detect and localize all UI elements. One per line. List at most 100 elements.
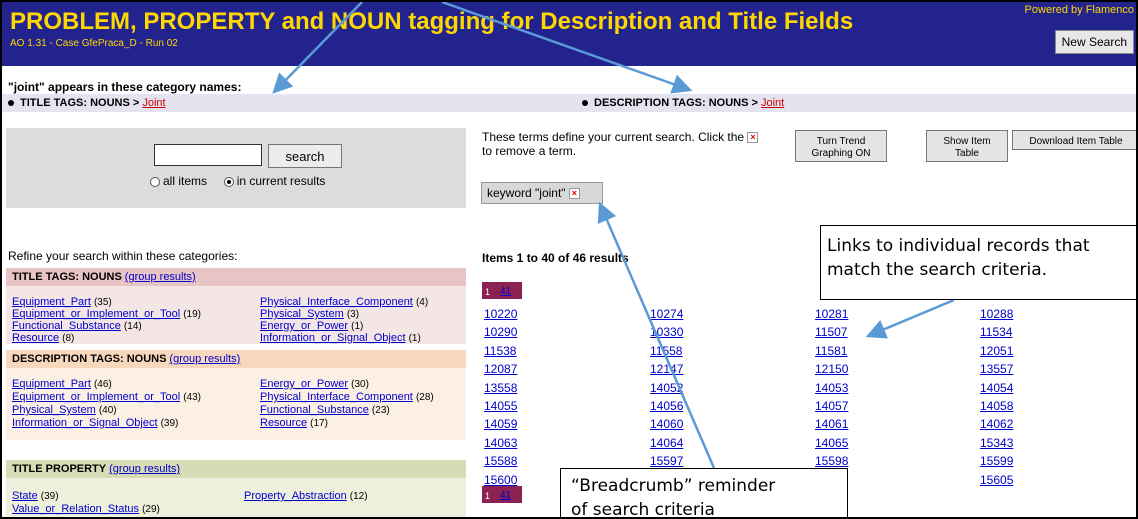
record-link[interactable]: 10274 [650,307,683,321]
group-results-link[interactable]: (group results) [169,353,240,365]
bullet-icon [582,100,588,107]
joint-link[interactable]: Joint [142,97,165,109]
record-link[interactable]: 14062 [980,417,1013,431]
download-item-table-button[interactable]: Download Item Table [1012,130,1136,150]
search-button[interactable]: search [268,144,342,168]
remove-keyword-icon[interactable]: × [568,188,580,200]
record-link[interactable]: 14061 [815,417,848,431]
group-results-link[interactable]: (group results) [125,271,196,283]
record-link[interactable]: 12150 [815,362,848,376]
record-link[interactable]: 14056 [650,399,683,413]
facet-item[interactable]: Resource (17) [260,417,328,429]
record-link[interactable]: 10290 [484,325,517,339]
category-match-description: DESCRIPTION TAGS: NOUNS > Joint [582,97,784,109]
group-body-title-property: State (39) Property_Abstraction (12) Val… [6,478,466,517]
results-count: Items 1 to 40 of 46 results [482,251,629,265]
record-link[interactable]: 14055 [484,399,517,413]
record-link[interactable]: 11534 [980,325,1012,339]
facet-item[interactable]: Energy_or_Power (30) [260,378,369,390]
record-link[interactable]: 15588 [484,454,517,468]
trend-graphing-button[interactable]: Turn Trend Graphing ON [795,130,887,162]
facet-item[interactable]: Functional_Substance (23) [260,404,390,416]
record-link[interactable]: 12051 [980,344,1013,358]
record-link[interactable]: 10288 [980,307,1013,321]
facet-item[interactable]: Resource (8) [12,332,74,344]
group-header-title-nouns: TITLE TAGS: NOUNS (group results) [6,268,466,286]
facet-item[interactable]: Physical_Interface_Component (28) [260,391,434,403]
record-link[interactable]: 10281 [815,307,848,321]
search-panel: search all items in current results [6,128,466,208]
facet-item[interactable]: Equipment_or_Implement_or_Tool (19) [12,308,201,320]
facet-item[interactable]: Property_Abstraction (12) [244,490,368,502]
search-scope-options: all items in current results [150,174,325,188]
category-match-title: TITLE TAGS: NOUNS > Joint [8,97,166,109]
record-link[interactable]: 10220 [484,307,517,321]
record-link[interactable]: 15598 [815,454,848,468]
record-link[interactable]: 12147 [650,362,683,376]
radio-label-current: in current results [236,174,326,188]
record-link[interactable]: 15343 [980,436,1013,450]
group-body-title-nouns: Equipment_Part (35) Physical_Interface_C… [6,286,466,344]
record-link[interactable]: 11507 [815,325,847,339]
facet-item[interactable]: Information_or_Signal_Object (39) [12,417,178,429]
radio-all-items[interactable] [150,176,160,187]
record-link[interactable]: 14059 [484,417,517,431]
facet-item[interactable]: Equipment_Part (46) [12,378,112,390]
record-link[interactable]: 14053 [815,381,848,395]
record-link[interactable]: 14057 [815,399,848,413]
pager-next-link-bottom[interactable]: 41 [500,490,511,501]
record-link[interactable]: 13558 [484,381,517,395]
remove-icon: × [747,132,759,144]
radio-label-all: all items [163,174,208,188]
facet-item[interactable]: Functional_Substance (14) [12,320,142,332]
record-link[interactable]: 14054 [980,381,1013,395]
facet-item[interactable]: Physical_System (3) [260,308,359,320]
keyword-breadcrumb-chip: keyword "joint" × [481,182,603,204]
group-header-description-nouns: DESCRIPTION TAGS: NOUNS (group results) [6,350,466,368]
record-link[interactable]: 11538 [484,344,516,358]
joint-link[interactable]: Joint [761,97,784,109]
current-search-instructions: These terms define your current search. … [482,130,772,158]
record-link[interactable]: 14065 [815,436,848,450]
callout-record-links: Links to individual records that match t… [820,225,1136,300]
callout-breadcrumb: “Breadcrumb” reminder of search criteria [560,468,848,517]
record-link[interactable]: 11581 [815,344,847,358]
pager-next-link[interactable]: 41 [500,286,511,297]
facet-item[interactable]: Value_or_Relation_Status (29) [12,503,160,515]
show-item-table-button[interactable]: Show Item Table [926,130,1008,162]
search-input[interactable] [154,144,262,166]
facet-item[interactable]: Energy_or_Power (1) [260,320,363,332]
facet-item[interactable]: Equipment_or_Implement_or_Tool (43) [12,391,201,403]
facet-item[interactable]: Physical_Interface_Component (4) [260,296,428,308]
record-link[interactable]: 14060 [650,417,683,431]
app-header: PROBLEM, PROPERTY and NOUN tagging for D… [2,2,1136,66]
group-header-title-property: TITLE PROPERTY (group results) [6,460,466,478]
record-link[interactable]: 12087 [484,362,517,376]
record-link[interactable]: 14058 [980,399,1013,413]
facet-item[interactable]: Information_or_Signal_Object (1) [260,332,421,344]
refine-heading: Refine your search within these categori… [8,249,238,263]
record-link[interactable]: 10330 [650,325,683,339]
facet-item[interactable]: Equipment_Part (35) [12,296,112,308]
arrow-to-record-links [865,298,955,339]
record-link[interactable]: 13557 [980,362,1013,376]
record-link[interactable]: 11558 [650,344,682,358]
category-match-heading: "joint" appears in these category names: [8,80,242,94]
record-link[interactable]: 15597 [650,454,683,468]
facet-item[interactable]: State (39) [12,490,59,502]
category-match-bar [2,94,1136,112]
record-link[interactable]: 15605 [980,473,1013,487]
app-title: PROBLEM, PROPERTY and NOUN tagging for D… [10,8,854,35]
radio-current-results[interactable] [223,176,234,187]
facet-item[interactable]: Physical_System (40) [12,404,117,416]
record-link[interactable]: 14063 [484,436,517,450]
record-link[interactable]: 14064 [650,436,683,450]
record-link[interactable]: 15600 [484,473,517,487]
group-results-link[interactable]: (group results) [109,463,180,475]
new-search-button[interactable]: New Search [1054,30,1134,54]
app-subtitle: AO 1.31 - Case GfePraca_D - Run 02 [10,38,178,49]
bullet-icon [8,100,14,107]
record-link[interactable]: 15599 [980,454,1013,468]
record-link[interactable]: 14052 [650,381,683,395]
group-body-description-nouns: Equipment_Part (46) Energy_or_Power (30)… [6,368,466,440]
